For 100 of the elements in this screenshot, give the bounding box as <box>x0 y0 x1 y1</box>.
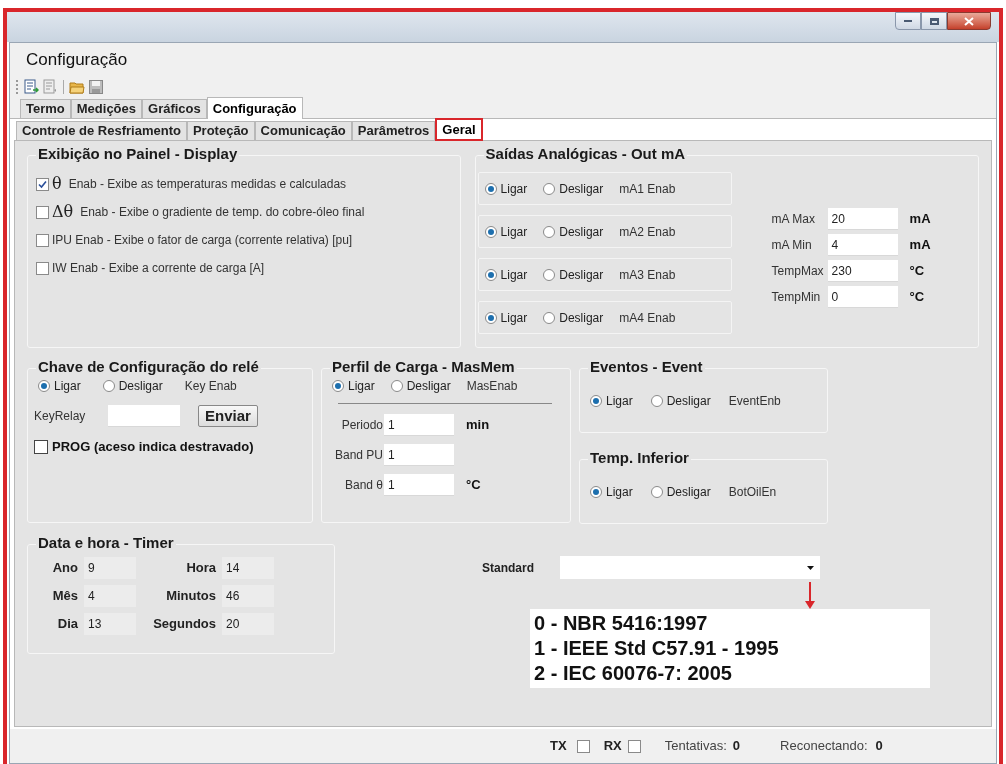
option-label: Key Enab <box>184 378 237 395</box>
group-title: Saídas Analógicas - Out mA <box>483 145 688 163</box>
group-title: Exibição no Painel - Display <box>36 145 240 163</box>
field-label: TempMax <box>771 263 825 280</box>
option-label: EventEnb <box>728 392 781 410</box>
input-field[interactable]: 0 <box>827 286 898 308</box>
group-title: Perfil de Carga - MasMem <box>330 358 517 376</box>
field-label: Band PU <box>333 447 384 464</box>
checkbox[interactable] <box>36 177 49 191</box>
radio-option[interactable]: Desligar <box>650 391 711 410</box>
checkbox[interactable] <box>36 261 49 275</box>
close-button[interactable] <box>947 12 991 30</box>
maximize-button[interactable] <box>921 12 947 30</box>
radio-option[interactable]: Ligar <box>38 377 81 395</box>
group-title: Temp. Inferior <box>588 449 691 467</box>
checkbox-option[interactable]: PROG (aceso indica destravado) <box>34 437 312 457</box>
unit-label: mA <box>909 210 931 229</box>
tab[interactable]: Controle de Resfriamento <box>16 121 187 140</box>
radio-option[interactable]: Ligar <box>484 222 528 241</box>
option-label: mA1 Enab <box>619 180 676 198</box>
input-field[interactable]: 1 <box>384 444 454 466</box>
field-label: Dia <box>56 615 79 634</box>
tab[interactable]: Parâmetros <box>351 121 436 140</box>
option-label: BotOilEn <box>728 483 777 501</box>
input-field[interactable]: 20 <box>222 613 274 635</box>
status-label: RX <box>603 737 622 756</box>
input-field[interactable]: 230 <box>827 260 898 282</box>
tab[interactable]: Termo <box>20 99 71 118</box>
field-label: Band θ <box>343 477 384 494</box>
option-label: mA3 Enab <box>619 266 676 284</box>
checkbox[interactable] <box>627 739 641 753</box>
input-field[interactable]: 20 <box>827 208 898 230</box>
input-field[interactable]: 4 <box>84 585 136 607</box>
list-item[interactable]: 1 - IEEE Std C57.91 - 1995 <box>534 636 930 661</box>
status-label: Reconectando: <box>780 737 868 756</box>
checkmark-icon <box>38 179 47 189</box>
tab[interactable]: Medições <box>70 99 142 118</box>
unit-label: mA <box>909 236 931 255</box>
checkbox-option[interactable]: IPU Enab - Exibe o fator de carga (corrente relativa) [pu] <box>36 232 460 248</box>
caret-icon <box>807 565 814 570</box>
unit-label: °C <box>909 288 925 307</box>
radio-option[interactable]: Desligar <box>543 308 604 327</box>
new-document-icon[interactable] <box>23 79 39 95</box>
minimize-button[interactable] <box>895 12 921 30</box>
option-label: mA4 Enab <box>619 309 676 327</box>
checkbox-option[interactable]: θ Enab - Exibe as temperaturas medidas e calculadas <box>36 176 460 192</box>
field-label: Periodo <box>340 417 384 434</box>
field-label: mA Min <box>771 237 813 254</box>
input-field[interactable]: 14 <box>222 557 274 579</box>
radio-option[interactable]: Desligar <box>102 377 163 395</box>
option-label: MasEnab <box>466 378 518 395</box>
window-title: Configuração <box>26 49 128 72</box>
field-label: Ano <box>51 559 79 578</box>
checkbox[interactable] <box>576 739 590 753</box>
field-label: Segundos <box>152 615 217 634</box>
radio-option[interactable]: Ligar <box>484 265 528 284</box>
list-item[interactable]: 2 - IEC 60076-7: 2005 <box>534 661 930 686</box>
input-field[interactable]: 46 <box>222 585 274 607</box>
send-button[interactable]: Enviar <box>198 405 258 427</box>
radio-option[interactable]: Ligar <box>484 179 528 198</box>
field-label: Mês <box>51 587 79 606</box>
status-value: 0 <box>732 737 741 756</box>
input-field[interactable]: 1 <box>384 414 454 436</box>
radio-option[interactable]: Desligar <box>543 222 604 241</box>
tab[interactable]: Configuração <box>206 97 303 119</box>
input-field[interactable] <box>108 405 180 427</box>
input-field[interactable]: 9 <box>84 557 136 579</box>
unit-label: °C <box>466 476 481 495</box>
radio-option[interactable]: Desligar <box>543 179 604 198</box>
checkbox-option[interactable]: Δθ Enab - Exibe o gradiente de temp. do cobre-óleo final <box>36 204 460 220</box>
checkbox[interactable] <box>36 205 49 219</box>
radio-option[interactable]: Ligar <box>590 482 633 501</box>
tab[interactable]: Proteção <box>186 121 255 140</box>
checkbox[interactable] <box>36 233 49 247</box>
radio-option[interactable]: Desligar <box>390 377 451 395</box>
tab[interactable]: Gráficos <box>142 99 207 118</box>
status-value: 0 <box>875 737 883 756</box>
radio-option[interactable]: Ligar <box>484 308 528 327</box>
radio-option[interactable]: Ligar <box>590 391 633 410</box>
field-label: KeyRelay <box>34 408 87 425</box>
input-field[interactable]: 13 <box>84 613 136 635</box>
pointer-arrow <box>805 582 815 609</box>
group-title: Chave de Configuração do relé <box>36 358 261 376</box>
field-label: Minutos <box>165 587 217 606</box>
field-label: Standard <box>482 559 535 577</box>
folder-icon[interactable] <box>69 79 85 95</box>
checkbox-option[interactable]: IW Enab - Exibe a corrente de carga [A] <box>36 260 460 276</box>
field-label: mA Max <box>771 211 816 228</box>
checkbox[interactable] <box>34 439 48 454</box>
input-field[interactable]: 1 <box>384 474 454 496</box>
radio-option[interactable]: Desligar <box>543 265 604 284</box>
unit-label: min <box>466 416 490 435</box>
option-label: mA2 Enab <box>619 223 676 241</box>
radio-option[interactable]: Desligar <box>650 482 711 501</box>
radio-option[interactable]: Ligar <box>332 377 375 395</box>
tab[interactable]: Geral <box>435 118 483 141</box>
input-field[interactable]: 4 <box>827 234 898 256</box>
field-label: Hora <box>185 559 217 578</box>
tab[interactable]: Comunicação <box>254 121 352 140</box>
list-item[interactable]: 0 - NBR 5416:1997 <box>534 611 930 636</box>
